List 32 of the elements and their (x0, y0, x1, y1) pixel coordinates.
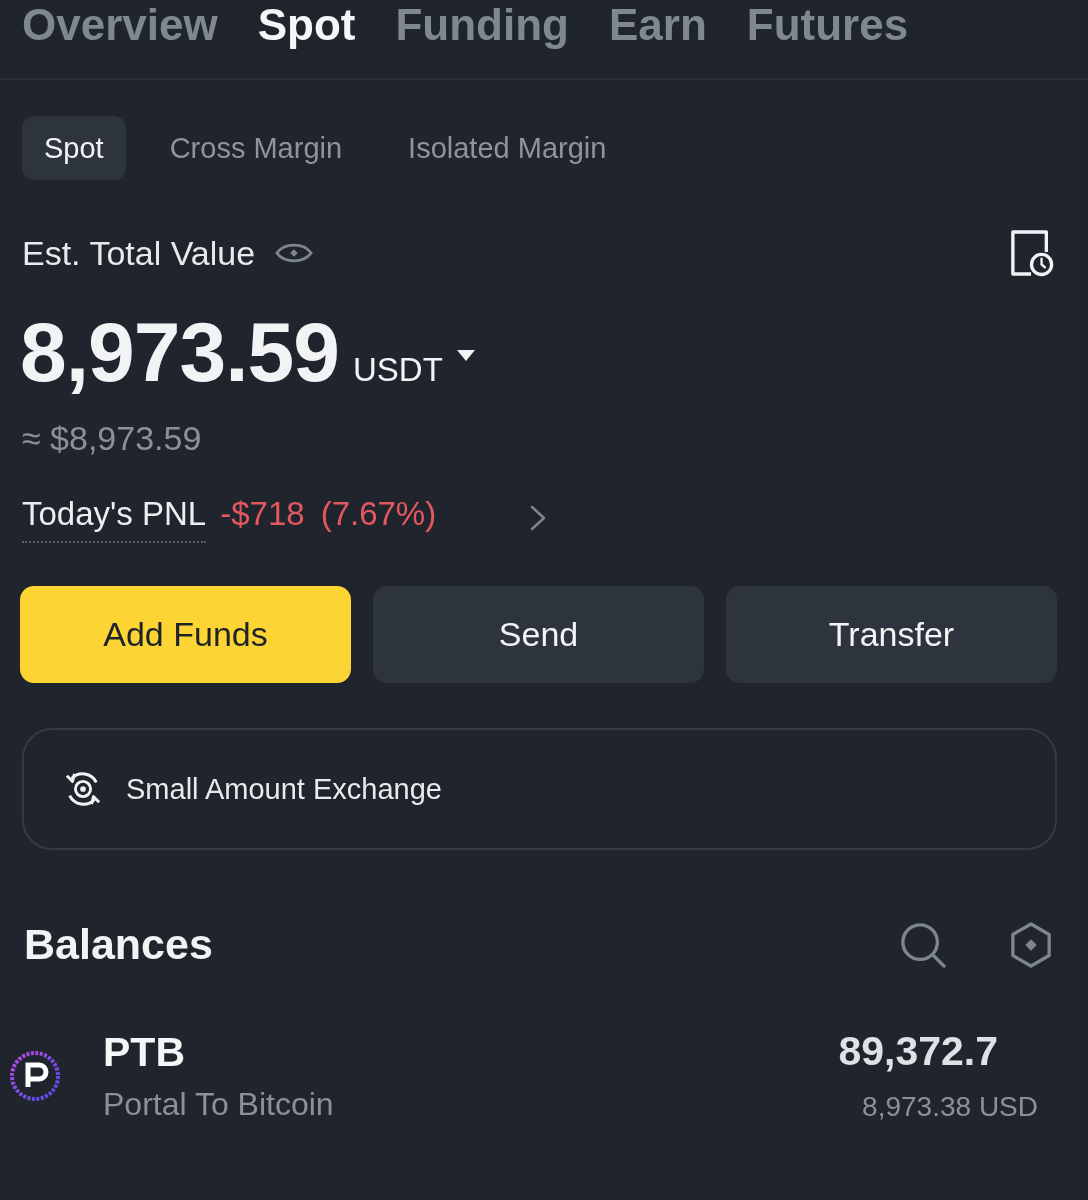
exchange-icon (64, 770, 102, 808)
pnl-value: -$718 (220, 495, 305, 533)
action-button[interactable]: Send (373, 586, 704, 683)
top-tab[interactable]: Funding (395, 0, 569, 50)
top-tab[interactable]: Spot (257, 0, 356, 50)
balances-title: Balances (24, 920, 213, 969)
coin-name: Portal To Bitcoin (103, 1085, 334, 1124)
top-tab[interactable]: Earn (608, 0, 707, 50)
coin-symbol: PTB (103, 1028, 185, 1076)
top-tab[interactable]: Futures (746, 0, 909, 50)
coin-amount: 89,372.7 (838, 1027, 998, 1075)
caret-icon[interactable] (456, 350, 475, 362)
sub-tab[interactable]: Spot (22, 116, 126, 180)
chevron-right-icon[interactable] (530, 505, 547, 531)
total-value-amount: 8,973.59 (20, 306, 339, 398)
coin-usd-value: 8,973.38 USD (862, 1090, 1038, 1124)
coin-logo-icon (8, 1049, 62, 1103)
sub-tab[interactable]: Cross Margin (147, 116, 365, 180)
pnl-label[interactable]: Today's PNL (22, 495, 207, 543)
primary-button[interactable]: Add Funds (20, 586, 351, 683)
history-icon[interactable] (1010, 229, 1054, 277)
top-tab[interactable]: Overview (22, 0, 218, 50)
action-button[interactable]: Transfer (726, 586, 1057, 683)
small-amount-exchange-card[interactable]: Small Amount Exchange (22, 728, 1057, 850)
sub-tab[interactable]: Isolated Margin (386, 116, 629, 180)
currency-label[interactable]: USDT (353, 351, 443, 389)
hexagon-icon[interactable] (1010, 921, 1052, 968)
approx-value: ≈ $8,973.59 (22, 418, 202, 458)
search-icon[interactable] (900, 921, 946, 968)
pnl-percent: (7.67%) (320, 495, 437, 533)
small-amount-exchange-label: Small Amount Exchange (126, 772, 442, 806)
total-value-label: Est. Total Value (22, 233, 256, 273)
